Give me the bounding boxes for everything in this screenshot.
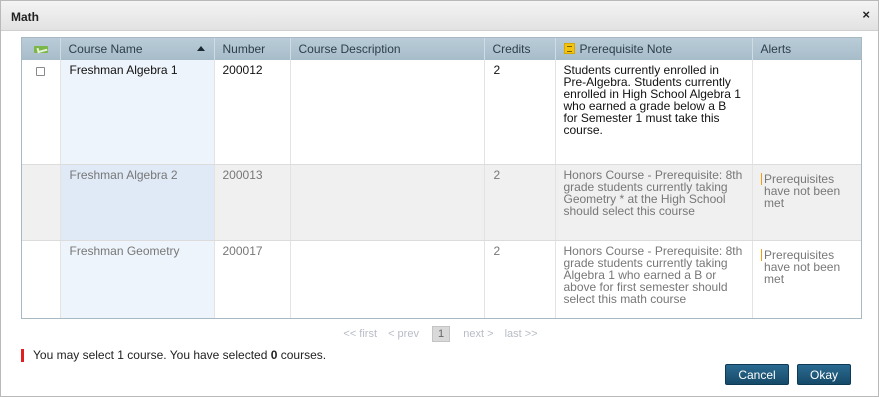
prerequisite-note-cell: Honors Course - Prerequisite: 8th grade … (555, 240, 753, 318)
course-number-cell: 200013 (214, 164, 291, 241)
column-header-number[interactable]: Number (214, 38, 291, 60)
course-description-cell (290, 240, 485, 318)
course-credits-cell: 2 (484, 240, 556, 318)
course-name-cell: Freshman Geometry (60, 240, 215, 318)
course-name-cell: Freshman Algebra 1 (60, 60, 215, 165)
row-checkbox[interactable] (36, 67, 46, 76)
prerequisite-note-cell: Students currently enrolled in Pre-Algeb… (555, 60, 753, 165)
course-credits-cell: 2 (484, 60, 556, 165)
column-header-label: Credits (492, 42, 531, 56)
course-grid: Course Name Number Course Description Cr… (21, 37, 862, 319)
table-row: Freshman Algebra 2 200013 2 Honors Cours… (22, 164, 861, 241)
course-number-cell: 200012 (214, 60, 291, 165)
dialog-titlebar: Math × (1, 1, 878, 31)
column-header-credits[interactable]: Credits (484, 38, 556, 60)
prerequisite-note-cell: Honors Course - Prerequisite: 8th grade … (555, 164, 753, 241)
row-select-cell (22, 240, 61, 318)
pagination: << first < prev 1 next > last >> (1, 326, 879, 342)
course-name-cell: Freshman Algebra 2 (60, 164, 215, 241)
column-header-prerequisite-note[interactable]: Prerequisite Note (555, 38, 753, 60)
pager-next-link[interactable]: next > (463, 328, 493, 340)
math-dialog: Math × Course Name Number Course Descrip… (0, 0, 879, 397)
column-header-label: Course Description (298, 42, 401, 56)
table-row: Freshman Geometry 200017 2 Honors Course… (22, 240, 861, 318)
alert-text: Prerequisites have not been met (764, 247, 841, 286)
pager-last-link[interactable]: last >> (505, 328, 538, 340)
course-number-cell: 200017 (214, 240, 291, 318)
column-header-label: Prerequisite Note (579, 42, 673, 56)
selection-prefix: You may select 1 course. You have select… (33, 348, 271, 362)
alert-text: Prerequisites have not been met (764, 171, 841, 210)
column-header-label: Alerts (760, 42, 792, 56)
column-header-label: Number (222, 42, 266, 56)
pager-first-link[interactable]: << first (343, 328, 377, 340)
course-table: Course Name Number Course Description Cr… (22, 38, 861, 318)
course-description-cell (290, 60, 485, 165)
row-select-cell (22, 164, 61, 241)
alert: Prerequisites have not been met (760, 169, 854, 210)
okay-button[interactable]: Okay (797, 364, 851, 385)
column-header-description[interactable]: Course Description (290, 38, 485, 60)
course-credits-cell: 2 (484, 164, 556, 241)
selection-text: You may select 1 course. You have select… (33, 348, 326, 362)
pager-prev-link[interactable]: < prev (388, 328, 419, 340)
column-header-course-name[interactable]: Course Name (60, 38, 215, 60)
alerts-cell (752, 60, 861, 165)
note-icon (563, 43, 575, 54)
sort-ascending-icon (196, 46, 205, 51)
select-all-header[interactable] (22, 38, 61, 60)
cancel-button[interactable]: Cancel (725, 364, 789, 385)
alerts-cell: Prerequisites have not been met (752, 164, 861, 241)
row-select-cell (22, 60, 61, 165)
selection-suffix: courses. (277, 348, 327, 362)
column-header-alerts[interactable]: Alerts (752, 38, 861, 60)
table-header-row: Course Name Number Course Description Cr… (22, 38, 861, 60)
dialog-title: Math (11, 10, 39, 24)
selection-message: You may select 1 course. You have select… (21, 348, 326, 362)
exclamation-icon (760, 172, 763, 185)
course-description-cell (290, 164, 485, 241)
table-row[interactable]: Freshman Algebra 1 200012 2 Students cur… (22, 60, 861, 165)
close-icon[interactable]: × (862, 8, 870, 22)
pager-current-page[interactable]: 1 (432, 326, 451, 342)
exclamation-icon (21, 348, 24, 362)
exclamation-icon (760, 248, 763, 261)
alerts-cell: Prerequisites have not been met (752, 240, 861, 318)
column-header-label: Course Name (68, 42, 143, 56)
check-all-icon[interactable] (33, 46, 48, 54)
alert: Prerequisites have not been met (760, 245, 854, 286)
